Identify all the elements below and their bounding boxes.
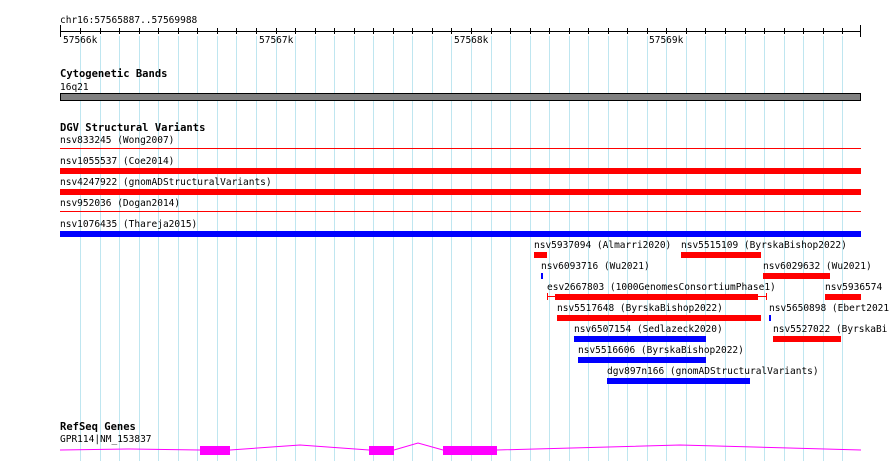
variant-bar[interactable] xyxy=(60,168,861,174)
variant-label: nsv4247922 (gnomADStructuralVariants) xyxy=(60,177,272,188)
variant-bar[interactable] xyxy=(557,315,761,321)
variant-bar[interactable] xyxy=(555,294,758,300)
variant-label: nsv5515109 (ByrskaBishop2022) xyxy=(681,240,847,251)
variant-label: dgv897n166 (gnomADStructuralVariants) xyxy=(607,366,819,377)
variant-bar-end-tick xyxy=(766,293,767,300)
variant-label: nsv5937094 (Almarri2020) xyxy=(534,240,672,251)
variant-bar[interactable] xyxy=(60,189,861,195)
ruler-location-label: chr16:57565887..57569988 xyxy=(60,15,198,26)
variant-bar[interactable] xyxy=(769,315,771,321)
variant-label: nsv5527022 (ByrskaBi xyxy=(773,324,888,335)
variant-bar[interactable] xyxy=(541,273,543,279)
variant-label: nsv6093716 (Wu2021) xyxy=(541,261,650,272)
variant-label: nsv6507154 (Sedlazeck2020) xyxy=(574,324,723,335)
variant-bar[interactable] xyxy=(578,357,706,363)
variant-label: nsv5936574 xyxy=(825,282,883,293)
ruler-tick-label: 57568k xyxy=(454,35,489,46)
gene-intron-line xyxy=(229,444,370,451)
variant-label: nsv1055537 (Coe2014) xyxy=(60,156,175,167)
variant-label: nsv833245 (Wong2007) xyxy=(60,135,175,146)
variant-label: esv2667803 (1000GenomesConsortiumPhase1) xyxy=(547,282,776,293)
variant-bar[interactable] xyxy=(534,252,547,258)
variant-bar[interactable] xyxy=(825,294,861,300)
variant-bar[interactable] xyxy=(60,211,861,212)
variant-bar[interactable] xyxy=(60,231,861,237)
gene-model[interactable] xyxy=(0,440,890,461)
variant-bar[interactable] xyxy=(60,148,861,149)
gene-exon xyxy=(443,446,497,455)
track-title: DGV Structural Variants xyxy=(60,122,206,134)
cytoband-bar[interactable] xyxy=(60,93,861,101)
variant-label: nsv952036 (Dogan2014) xyxy=(60,198,181,209)
variant-label: nsv6029632 (Wu2021) xyxy=(763,261,872,272)
genome-browser-view: chr16:57565887..57569988 57566k 57567k 5… xyxy=(0,0,890,461)
track-title: Cytogenetic Bands xyxy=(60,68,168,80)
variant-bar[interactable] xyxy=(773,336,841,342)
gene-exon xyxy=(369,446,394,455)
gene-intron-line xyxy=(496,444,862,451)
gene-intron-line xyxy=(393,442,444,451)
variant-bar[interactable] xyxy=(574,336,706,342)
variant-label: nsv5516606 (ByrskaBishop2022) xyxy=(578,345,744,356)
ruler-tick-label: 57569k xyxy=(649,35,684,46)
gene-exon xyxy=(200,446,230,455)
ruler-tick-label: 57566k xyxy=(63,35,98,46)
variant-bar-end-tick xyxy=(547,293,548,300)
variant-bar[interactable] xyxy=(607,378,750,384)
gene-intron-line xyxy=(59,448,201,451)
variant-label: nsv1076435 (Thareja2015) xyxy=(60,219,198,230)
variant-label: nsv5517648 (ByrskaBishop2022) xyxy=(557,303,723,314)
variant-bar[interactable] xyxy=(763,273,830,279)
ruler-axis-line xyxy=(60,31,861,32)
variant-label: nsv5650898 (Ebert2021 xyxy=(769,303,890,314)
cytoband-label: 16q21 xyxy=(60,82,89,93)
ruler-tick-label: 57567k xyxy=(259,35,294,46)
variant-bar[interactable] xyxy=(681,252,761,258)
track-title: RefSeq Genes xyxy=(60,421,136,433)
